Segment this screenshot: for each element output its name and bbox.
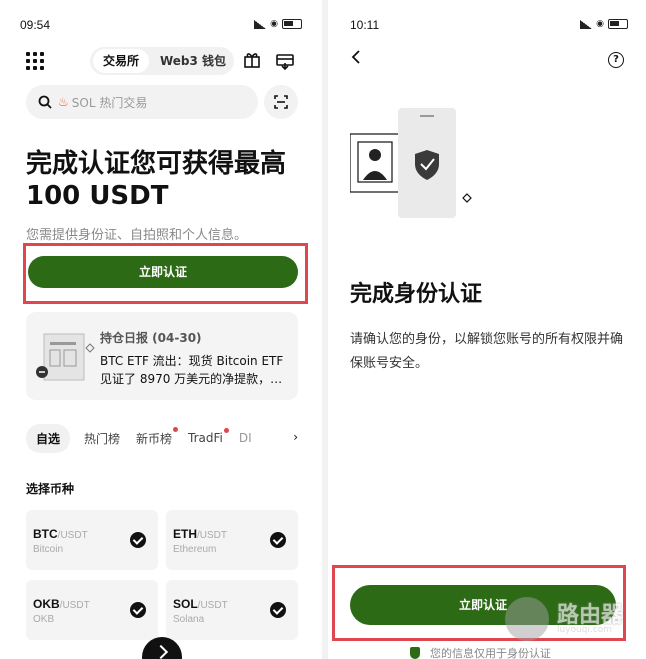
check-icon[interactable] bbox=[270, 602, 286, 618]
signal-icon bbox=[580, 19, 593, 29]
exchange-home-screen: 09:54 ◉ 交易所 Web3 钱包 ♨ SOL 热门交易 完成认证您可获得最… bbox=[0, 0, 320, 659]
tab-label: TradFi bbox=[188, 431, 223, 445]
coin-card-eth[interactable]: ETH/USDT Ethereum bbox=[166, 510, 298, 570]
tab-web3-wallet[interactable]: Web3 钱包 bbox=[154, 49, 232, 73]
status-time: 09:54 bbox=[20, 18, 51, 32]
tab-tradfi[interactable]: TradFi bbox=[188, 428, 229, 445]
daily-report-card[interactable]: 持仓日报 (04-30) BTC ETF 流出：现货 Bitcoin ETF 见… bbox=[26, 312, 298, 400]
scan-button[interactable] bbox=[264, 85, 298, 119]
coin-symbol: SOL/USDT bbox=[173, 597, 228, 611]
tab-label: 新币榜 bbox=[136, 431, 173, 446]
tab-exchange[interactable]: 交易所 bbox=[93, 49, 149, 73]
page-title: 完成身份认证 bbox=[350, 282, 483, 307]
fire-icon: ♨ bbox=[58, 95, 69, 109]
coin-card-btc[interactable]: BTC/USDT Bitcoin bbox=[26, 510, 158, 570]
coin-symbol-text: ETH bbox=[173, 527, 197, 541]
privacy-note-text: 您的信息仅用于身份认证 bbox=[430, 647, 551, 659]
coin-pair: /USDT bbox=[197, 530, 227, 541]
status-bar: 10:11 ◉ bbox=[350, 18, 628, 34]
coin-symbol: ETH/USDT bbox=[173, 527, 227, 541]
coin-picker-title: 选择币种 bbox=[26, 482, 75, 496]
report-document-icon bbox=[36, 333, 95, 381]
shield-icon bbox=[410, 647, 420, 659]
report-body: BTC ETF 流出：现货 Bitcoin ETF 见证了 8970 万美元的净… bbox=[100, 354, 284, 386]
battery-icon bbox=[282, 19, 302, 29]
apps-grid-icon[interactable] bbox=[26, 52, 44, 70]
coin-pair: /USDT bbox=[57, 530, 88, 541]
next-arrow-button[interactable] bbox=[142, 637, 182, 659]
identity-verification-screen: 10:11 ◉ ? 完成身份认证 请确认您的身份，以解锁您账号的所有权限并确保账… bbox=[330, 0, 646, 659]
highlight-box bbox=[23, 243, 308, 304]
status-time: 10:11 bbox=[350, 18, 380, 32]
coin-name: Solana bbox=[173, 614, 205, 625]
coin-card-okb[interactable]: OKB/USDT OKB bbox=[26, 580, 158, 640]
tab-new-listings[interactable]: 新币榜 bbox=[136, 426, 179, 447]
page-description: 请确认您的身份，以解锁您账号的所有权限并确保账号安全。 bbox=[350, 332, 624, 371]
status-bar: 09:54 ◉ bbox=[20, 18, 302, 34]
check-icon[interactable] bbox=[130, 532, 146, 548]
router-logo-icon bbox=[505, 597, 549, 641]
id-verification-illustration bbox=[350, 108, 472, 218]
kyc-requirements-text: 您需提供身份证、自拍照和个人信息。 bbox=[26, 228, 248, 243]
search-icon bbox=[38, 95, 52, 109]
coin-name: Bitcoin bbox=[33, 544, 64, 555]
tab-label: 热门榜 bbox=[84, 431, 121, 446]
status-icons: ◉ bbox=[580, 19, 628, 29]
coin-card-sol[interactable]: SOL/USDT Solana bbox=[166, 580, 298, 640]
check-icon[interactable] bbox=[130, 602, 146, 618]
deposit-icon[interactable] bbox=[275, 51, 295, 71]
signal-icon bbox=[254, 19, 267, 29]
check-icon[interactable] bbox=[270, 532, 286, 548]
help-icon[interactable]: ? bbox=[608, 52, 624, 68]
screen-divider bbox=[322, 0, 328, 659]
kyc-reward-headline: 完成认证您可获得最高 100 USDT bbox=[26, 149, 287, 211]
privacy-note: 您的信息仅用于身份认证 bbox=[410, 645, 551, 659]
search-input[interactable]: ♨ SOL 热门交易 bbox=[26, 85, 258, 119]
coin-symbol-text: SOL bbox=[173, 597, 198, 611]
coin-symbol: OKB/USDT bbox=[33, 597, 90, 611]
tab-more-truncated[interactable]: DI bbox=[239, 431, 252, 445]
tab-label: 自选 bbox=[36, 431, 61, 446]
site-watermark: 路由器 luyouqi.com bbox=[505, 597, 635, 641]
coin-pair: /USDT bbox=[197, 600, 228, 611]
coin-pair: /USDT bbox=[59, 600, 90, 611]
coin-name: OKB bbox=[33, 614, 55, 625]
tab-favorites[interactable]: 自选 bbox=[26, 423, 71, 453]
scan-icon bbox=[274, 95, 288, 109]
watermark-url: luyouqi.com bbox=[557, 625, 613, 635]
market-tabs: 自选 热门榜 新币榜 TradFi DI › bbox=[26, 423, 316, 453]
gift-icon[interactable] bbox=[243, 51, 261, 69]
wifi-icon: ◉ bbox=[596, 19, 604, 29]
coin-symbol-text: BTC bbox=[33, 527, 58, 541]
coin-name: Ethereum bbox=[173, 544, 217, 555]
coin-symbol-text: OKB bbox=[33, 597, 60, 611]
report-title: 持仓日报 (04-30) bbox=[100, 331, 202, 345]
exchange-wallet-switch: 交易所 Web3 钱包 bbox=[90, 47, 234, 75]
coin-symbol: BTC/USDT bbox=[33, 527, 88, 541]
notification-dot bbox=[223, 428, 229, 433]
status-icons: ◉ bbox=[254, 19, 302, 29]
notification-dot bbox=[173, 426, 179, 432]
tab-label: DI bbox=[238, 431, 252, 445]
tab-hot[interactable]: 热门榜 bbox=[84, 430, 120, 447]
battery-icon bbox=[608, 19, 628, 29]
wifi-icon: ◉ bbox=[270, 19, 278, 29]
back-icon[interactable] bbox=[350, 50, 362, 64]
chevron-right-icon[interactable]: › bbox=[293, 430, 298, 444]
search-placeholder: SOL 热门交易 bbox=[71, 95, 148, 110]
